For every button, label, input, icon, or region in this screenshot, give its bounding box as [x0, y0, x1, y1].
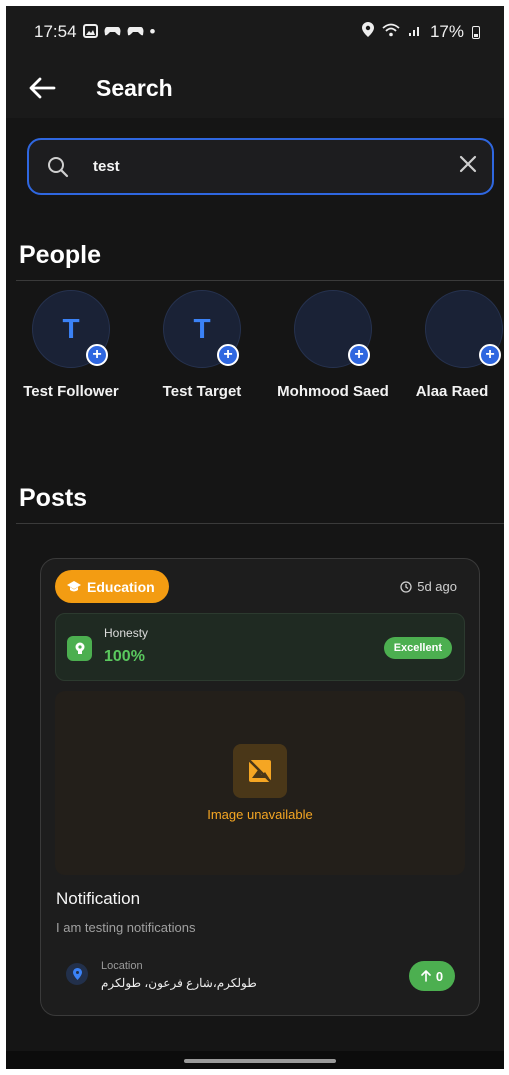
- page-title: Search: [96, 74, 173, 101]
- arrow-up-icon: [421, 970, 431, 982]
- posts-section-title: Posts: [19, 484, 88, 512]
- phone-screen: 17:54 • 17% Search test People T + Test …: [6, 6, 504, 1069]
- search-field[interactable]: test: [27, 138, 494, 195]
- broken-image-icon: [233, 744, 287, 798]
- honesty-label: Honesty: [104, 626, 149, 640]
- post-time-text: 5d ago: [417, 579, 457, 594]
- game-controller-icon: [127, 25, 144, 40]
- system-nav-bar: [6, 1051, 504, 1069]
- game-controller-icon: [104, 25, 121, 40]
- post-body: I am testing notifications: [56, 920, 196, 935]
- posts-divider: [16, 523, 504, 524]
- home-indicator[interactable]: [184, 1059, 336, 1063]
- person-name: Mohmood Saed: [277, 383, 389, 400]
- add-friend-button[interactable]: +: [348, 344, 370, 366]
- back-button[interactable]: [6, 58, 76, 118]
- graduation-cap-icon: [67, 580, 81, 591]
- status-right: 17%: [361, 22, 480, 42]
- person-name: Test Follower: [23, 383, 119, 400]
- person-name: Test Target: [162, 383, 242, 400]
- status-bar: 17:54 • 17%: [6, 6, 504, 58]
- location-pin-icon: [66, 963, 88, 985]
- person-name: Alaa Raed: [415, 383, 489, 400]
- avatar-initial: T: [193, 313, 211, 344]
- honesty-value: 100%: [104, 648, 145, 665]
- add-friend-button[interactable]: +: [86, 344, 108, 366]
- post-time: 5d ago: [400, 579, 457, 594]
- post-card[interactable]: Education 5d ago Honesty 100% Excellent …: [40, 558, 480, 1016]
- avatar-initial: T: [62, 313, 80, 344]
- post-title: Notification: [56, 889, 141, 908]
- honesty-panel: Honesty 100% Excellent: [55, 613, 465, 681]
- location-label: Location: [101, 960, 143, 972]
- category-badge[interactable]: Education: [55, 570, 169, 603]
- status-dot: •: [149, 22, 156, 41]
- search-icon: [47, 156, 69, 178]
- vote-count: 0: [435, 968, 444, 984]
- lightbulb-icon: [67, 636, 92, 661]
- image-icon: [82, 23, 98, 41]
- app-bar: Search: [6, 58, 504, 118]
- people-section-title: People: [19, 241, 101, 269]
- battery-icon: [472, 25, 480, 39]
- close-icon[interactable]: [458, 153, 478, 181]
- arrow-left-icon: [29, 77, 56, 99]
- image-unavailable-text: Image unavailable: [207, 807, 313, 822]
- location-value: طولكرم،شارع فرعون، طولكرم: [101, 976, 257, 990]
- category-label: Education: [87, 578, 155, 595]
- clock-icon: [400, 580, 412, 593]
- search-input[interactable]: test: [93, 158, 458, 175]
- signal-icon: [408, 22, 422, 42]
- status-time: 17:54: [34, 22, 77, 41]
- status-left: 17:54 •: [34, 22, 156, 42]
- people-divider: [16, 280, 504, 281]
- image-placeholder[interactable]: Image unavailable: [55, 691, 465, 875]
- wifi-icon: [382, 22, 400, 42]
- battery-percent: 17%: [429, 22, 464, 41]
- location-pin-icon: [361, 22, 374, 42]
- people-list[interactable]: T + Test Follower T + Test Target + Mohm…: [6, 290, 504, 410]
- add-friend-button[interactable]: +: [479, 344, 501, 366]
- add-friend-button[interactable]: +: [217, 344, 239, 366]
- rating-badge: Excellent: [383, 637, 452, 659]
- upvote-button[interactable]: 0: [409, 961, 455, 991]
